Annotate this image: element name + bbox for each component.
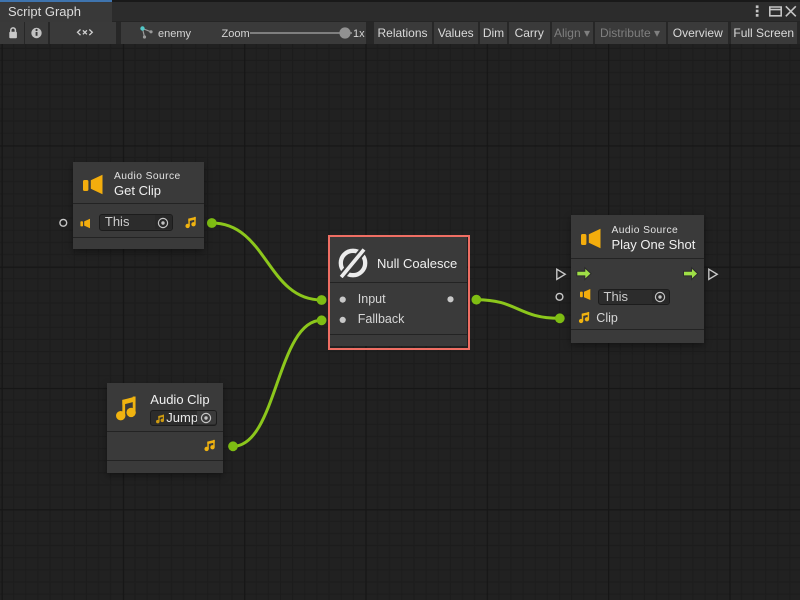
svg-text:1x: 1x	[353, 28, 365, 40]
svg-text:enemy: enemy	[158, 28, 192, 40]
svg-text:Zoom: Zoom	[222, 28, 250, 40]
